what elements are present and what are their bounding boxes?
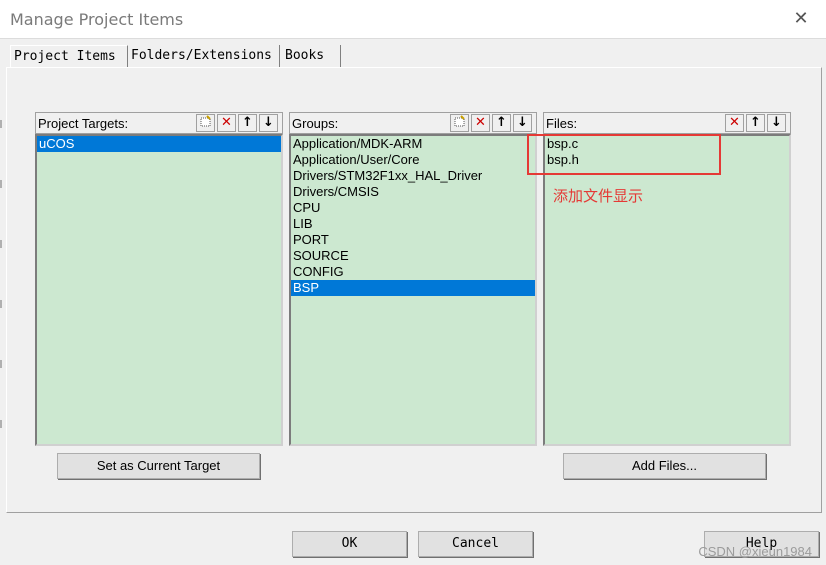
list-item[interactable]: PORT — [291, 232, 535, 248]
files-label: Files: — [546, 116, 578, 131]
watermark: CSDN @xieun1984 — [698, 544, 812, 559]
edge-mark — [0, 120, 2, 128]
groups-list[interactable]: Application/MDK-ARM Application/User/Cor… — [289, 134, 537, 446]
list-item[interactable]: Drivers/CMSIS — [291, 184, 535, 200]
move-down-icon[interactable]: ↓ — [513, 114, 532, 132]
ok-button[interactable]: OK — [292, 531, 407, 557]
list-item[interactable]: Application/User/Core — [291, 152, 535, 168]
delete-icon[interactable]: ✕ — [217, 114, 236, 132]
edge-mark — [0, 180, 2, 188]
list-item[interactable]: LIB — [291, 216, 535, 232]
list-item[interactable]: SOURCE — [291, 248, 535, 264]
close-icon[interactable]: ✕ — [790, 8, 812, 30]
list-item[interactable]: Drivers/STM32F1xx_HAL_Driver — [291, 168, 535, 184]
tab-books[interactable]: Books — [282, 45, 341, 67]
tab-folders-extensions[interactable]: Folders/Extensions — [128, 45, 280, 67]
edge-mark — [0, 300, 2, 308]
new-item-icon[interactable] — [450, 114, 469, 132]
annotation-text: 添加文件显示 — [553, 187, 644, 205]
list-item[interactable]: BSP — [291, 280, 535, 296]
edge-mark — [0, 240, 2, 248]
targets-label: Project Targets: — [38, 116, 129, 131]
groups-label: Groups: — [292, 116, 339, 131]
delete-icon[interactable]: ✕ — [725, 114, 744, 132]
move-down-icon[interactable]: ↓ — [259, 114, 278, 132]
files-header: Files: ✕ ↑ ↓ — [543, 112, 791, 134]
delete-icon[interactable]: ✕ — [471, 114, 490, 132]
add-files-button[interactable]: Add Files... — [563, 453, 766, 479]
files-list[interactable]: bsp.c bsp.h — [543, 134, 791, 446]
list-item[interactable]: CPU — [291, 200, 535, 216]
list-item[interactable]: uCOS — [37, 136, 281, 152]
targets-list[interactable]: uCOS — [35, 134, 283, 446]
targets-header: Project Targets: ✕ ↑ ↓ — [35, 112, 283, 134]
list-item[interactable]: CONFIG — [291, 264, 535, 280]
list-item[interactable]: Application/MDK-ARM — [291, 136, 535, 152]
highlight-box — [527, 134, 721, 175]
set-current-target-button[interactable]: Set as Current Target — [57, 453, 260, 479]
move-down-icon[interactable]: ↓ — [767, 114, 786, 132]
window-title: Manage Project Items — [10, 10, 184, 29]
move-up-icon[interactable]: ↑ — [238, 114, 257, 132]
new-item-icon[interactable] — [196, 114, 215, 132]
edge-mark — [0, 360, 2, 368]
move-up-icon[interactable]: ↑ — [492, 114, 511, 132]
title-bar: Manage Project Items ✕ — [0, 0, 826, 39]
tab-project-items[interactable]: Project Items — [10, 45, 128, 67]
edge-mark — [0, 420, 2, 428]
groups-header: Groups: ✕ ↑ ↓ — [289, 112, 537, 134]
move-up-icon[interactable]: ↑ — [746, 114, 765, 132]
cancel-button[interactable]: Cancel — [418, 531, 533, 557]
